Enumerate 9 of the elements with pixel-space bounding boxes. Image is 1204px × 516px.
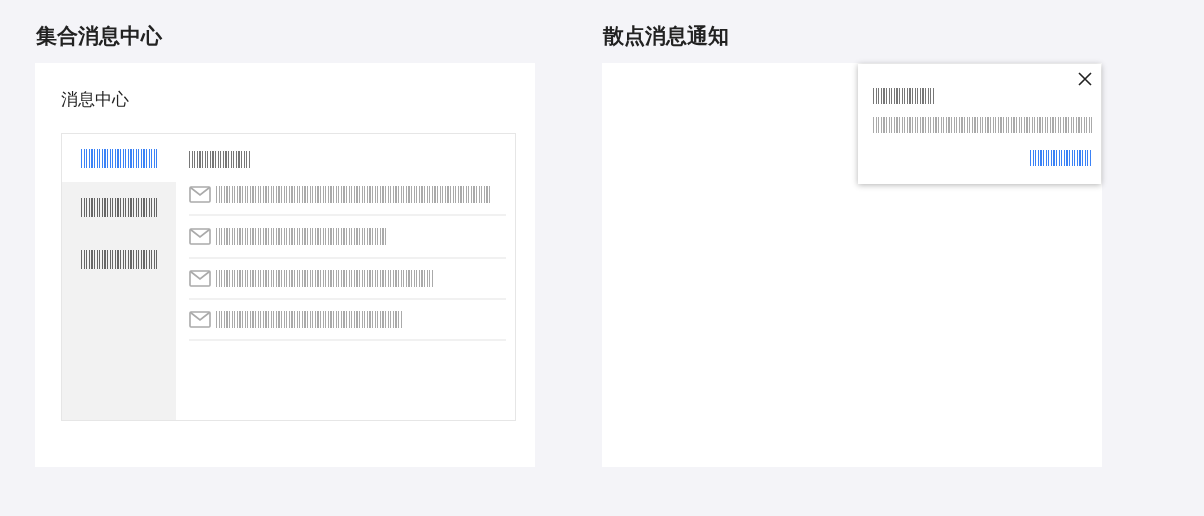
close-icon[interactable] (1078, 72, 1092, 86)
tab-item[interactable] (62, 134, 176, 182)
section-title: 集合消息中心 (36, 23, 163, 50)
envelope-icon (189, 270, 211, 287)
card-title: 消息中心 (61, 88, 130, 111)
section-title: 散点消息通知 (603, 23, 730, 50)
envelope-icon (189, 186, 211, 203)
envelope-icon (189, 311, 211, 328)
envelope-icon (189, 228, 211, 245)
